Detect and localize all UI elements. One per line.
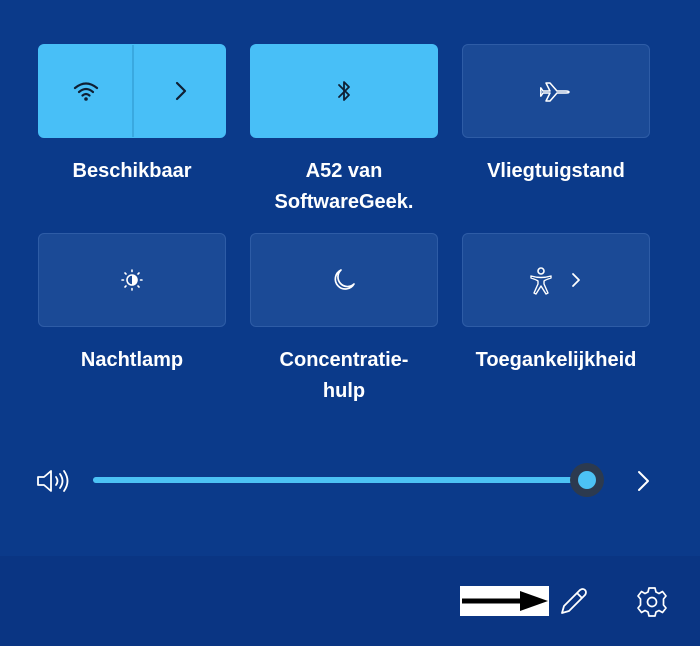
chevron-right-icon: [175, 81, 186, 101]
edit-quick-settings-button[interactable]: [556, 586, 590, 618]
volume-output-expand-button[interactable]: [630, 468, 656, 494]
wifi-icon: [73, 82, 98, 101]
pencil-icon: [561, 588, 587, 614]
annotation-arrow: [460, 586, 549, 616]
bluetooth-tile-label: A52 van SoftwareGeek.: [274, 160, 414, 213]
bluetooth-icon: [338, 81, 350, 101]
night-light-icon: [121, 269, 143, 291]
focus-assist-tile[interactable]: [250, 233, 438, 327]
mute-button[interactable]: [34, 466, 74, 496]
arrow-pointer-icon: [462, 591, 548, 611]
quick-settings-footer: [0, 556, 700, 646]
quick-settings-panel: Beschikbaar A52 van SoftwareGeek. Vliegtu…: [0, 0, 700, 646]
settings-button[interactable]: [635, 585, 669, 619]
chevron-right-icon: [638, 471, 649, 491]
gear-icon: [637, 587, 667, 617]
accessibility-tile[interactable]: [462, 233, 650, 327]
wifi-toggle-button[interactable]: [39, 45, 132, 137]
accessibility-tile-label: Toegankelijkheid: [475, 349, 637, 371]
moon-icon: [334, 269, 355, 290]
volume-slider-thumb[interactable]: [570, 463, 604, 497]
night-light-tile-label: Nachtlamp: [80, 349, 184, 371]
bluetooth-tile[interactable]: [250, 44, 438, 138]
airplane-icon: [540, 82, 570, 102]
volume-slider-fill: [93, 477, 587, 483]
volume-slider-track[interactable]: [93, 477, 587, 483]
speaker-icon: [37, 470, 69, 492]
wifi-tile-label: Beschikbaar: [72, 160, 192, 182]
airplane-mode-tile[interactable]: [462, 44, 650, 138]
focus-assist-tile-label: Concentratie-hulp: [279, 349, 409, 402]
wifi-tile: [38, 44, 226, 138]
wifi-expand-button[interactable]: [134, 45, 227, 137]
night-light-tile[interactable]: [38, 233, 226, 327]
airplane-mode-tile-label: Vliegtuigstand: [487, 160, 625, 182]
chevron-right-icon: [572, 273, 580, 287]
accessibility-icon: [530, 267, 552, 295]
